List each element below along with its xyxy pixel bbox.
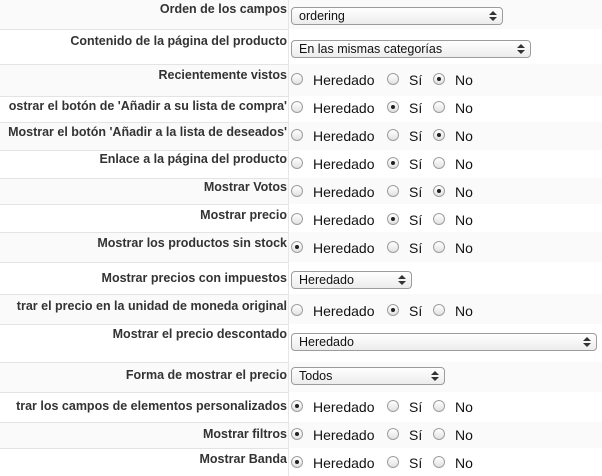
- radio-label-yes: Sí: [409, 128, 423, 144]
- radio-label-inherited: Heredado: [313, 240, 375, 256]
- show-filters-radio-yes[interactable]: [387, 428, 399, 440]
- show-custom-item-fields-label: trar los campos de elementos personaliza…: [16, 399, 287, 413]
- recently-viewed-label: Recientemente vistos: [158, 68, 287, 82]
- radio-label-inherited: Heredado: [313, 212, 375, 228]
- show-custom-item-fields-radio-no[interactable]: [433, 400, 445, 412]
- chevron-updown-icon: [583, 335, 591, 349]
- radio-label-no: No: [455, 156, 473, 172]
- radio-label-yes: Sí: [409, 455, 423, 471]
- radio-label-no: No: [455, 303, 473, 319]
- field-order-label: Orden de los campos: [159, 2, 287, 16]
- radio-label-inherited: Heredado: [313, 184, 375, 200]
- product-page-link-radio-no[interactable]: [433, 157, 445, 169]
- show-add-to-shopping-list-label: ostrar el botón de 'Añadir a su lista de…: [8, 99, 287, 113]
- show-add-to-wishlist-radio-yes[interactable]: [387, 129, 399, 141]
- show-filters-label: Mostrar filtros: [202, 427, 287, 441]
- show-prices-with-tax-value: Heredado: [299, 273, 354, 287]
- show-add-to-wishlist-radio-inherited[interactable]: [291, 129, 303, 141]
- show-price-original-currency-label: trar el precio en la unidad de moneda or…: [16, 299, 287, 313]
- radio-label-yes: Sí: [409, 240, 423, 256]
- radio-label-no: No: [455, 212, 473, 228]
- price-display-mode-label: Forma de mostrar el precio: [125, 368, 287, 382]
- product-page-link-label: Enlace a la página del producto: [99, 152, 287, 166]
- radio-label-no: No: [455, 128, 473, 144]
- show-custom-item-fields-radio-yes[interactable]: [387, 400, 399, 412]
- radio-label-yes: Sí: [409, 303, 423, 319]
- show-price-radio-yes[interactable]: [387, 213, 399, 225]
- show-out-of-stock-radio-inherited[interactable]: [291, 241, 303, 253]
- show-price-original-currency-radio-yes[interactable]: [387, 304, 399, 316]
- radio-label-yes: Sí: [409, 184, 423, 200]
- radio-label-inherited: Heredado: [313, 455, 375, 471]
- product-page-content-select[interactable]: En las mismas categorías: [291, 40, 531, 58]
- show-add-to-shopping-list-radio-no[interactable]: [433, 101, 445, 113]
- show-prices-with-tax-select[interactable]: Heredado: [291, 271, 412, 289]
- radio-label-no: No: [455, 455, 473, 471]
- price-display-mode-value: Todos: [299, 369, 333, 383]
- product-page-link-radio-yes[interactable]: [387, 157, 399, 169]
- radio-label-yes: Sí: [409, 72, 423, 88]
- show-out-of-stock-radio-no[interactable]: [433, 241, 445, 253]
- show-votes-label: Mostrar Votos: [203, 180, 287, 194]
- show-price-original-currency-radio-inherited[interactable]: [291, 304, 303, 316]
- product-page-content-label: Contenido de la página del producto: [70, 34, 287, 48]
- radio-label-inherited: Heredado: [313, 399, 375, 415]
- radio-label-no: No: [455, 427, 473, 443]
- radio-label-yes: Sí: [409, 156, 423, 172]
- show-custom-item-fields-radio-inherited[interactable]: [291, 400, 303, 412]
- chevron-updown-icon: [431, 369, 439, 383]
- show-price-label: Mostrar precio: [200, 208, 287, 222]
- field-order-select[interactable]: ordering: [291, 7, 503, 25]
- radio-label-yes: Sí: [409, 427, 423, 443]
- show-discounted-price-select[interactable]: Heredado: [291, 333, 597, 351]
- show-add-to-shopping-list-radio-inherited[interactable]: [291, 101, 303, 113]
- show-filters-radio-no[interactable]: [433, 428, 445, 440]
- show-votes-radio-inherited[interactable]: [291, 185, 303, 197]
- recently-viewed-radio-inherited[interactable]: [291, 73, 303, 85]
- show-votes-radio-no[interactable]: [433, 185, 445, 197]
- show-price-radio-no[interactable]: [433, 213, 445, 225]
- radio-label-inherited: Heredado: [313, 128, 375, 144]
- radio-label-inherited: Heredado: [313, 427, 375, 443]
- show-discounted-price-value: Heredado: [299, 335, 354, 349]
- chevron-updown-icon: [489, 9, 497, 23]
- show-band-radio-yes[interactable]: [387, 456, 399, 468]
- show-out-of-stock-radio-yes[interactable]: [387, 241, 399, 253]
- chevron-updown-icon: [517, 42, 525, 56]
- show-add-to-shopping-list-radio-yes[interactable]: [387, 101, 399, 113]
- radio-label-yes: Sí: [409, 100, 423, 116]
- product-page-content-value: En las mismas categorías: [299, 42, 443, 56]
- show-price-radio-inherited[interactable]: [291, 213, 303, 225]
- show-out-of-stock-label: Mostrar los productos sin stock: [97, 236, 287, 250]
- show-filters-radio-inherited[interactable]: [291, 428, 303, 440]
- radio-label-inherited: Heredado: [313, 72, 375, 88]
- field-order-value: ordering: [299, 9, 345, 23]
- recently-viewed-radio-no[interactable]: [433, 73, 445, 85]
- chevron-updown-icon: [398, 273, 406, 287]
- show-price-original-currency-radio-no[interactable]: [433, 304, 445, 316]
- radio-label-inherited: Heredado: [313, 100, 375, 116]
- radio-label-no: No: [455, 399, 473, 415]
- product-page-link-radio-inherited[interactable]: [291, 157, 303, 169]
- radio-label-yes: Sí: [409, 212, 423, 228]
- show-band-radio-inherited[interactable]: [291, 456, 303, 468]
- show-votes-radio-yes[interactable]: [387, 185, 399, 197]
- price-display-mode-select[interactable]: Todos: [291, 367, 445, 385]
- radio-label-no: No: [455, 72, 473, 88]
- show-add-to-wishlist-radio-no[interactable]: [433, 129, 445, 141]
- show-prices-with-tax-label: Mostrar precios con impuestos: [101, 271, 287, 285]
- show-band-radio-no[interactable]: [433, 456, 445, 468]
- radio-label-yes: Sí: [409, 399, 423, 415]
- show-add-to-wishlist-label: Mostrar el botón 'Añadir a la lista de d…: [8, 125, 287, 139]
- show-discounted-price-label: Mostrar el precio descontado: [112, 327, 287, 341]
- radio-label-inherited: Heredado: [313, 156, 375, 172]
- radio-label-no: No: [455, 240, 473, 256]
- radio-label-no: No: [455, 184, 473, 200]
- recently-viewed-radio-yes[interactable]: [387, 73, 399, 85]
- show-band-label: Mostrar Banda: [199, 452, 287, 466]
- radio-label-no: No: [455, 100, 473, 116]
- radio-label-inherited: Heredado: [313, 303, 375, 319]
